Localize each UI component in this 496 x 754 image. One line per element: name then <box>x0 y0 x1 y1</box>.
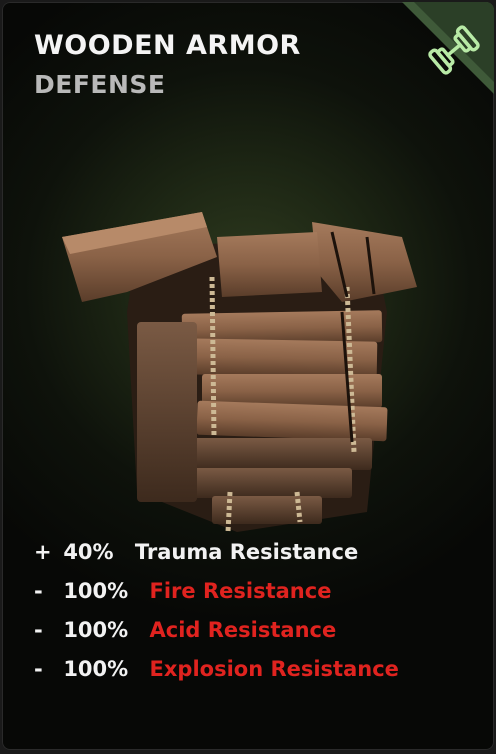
item-card[interactable]: WOODEN ARMOR DEFENSE + 40% Trauma Resist… <box>2 2 494 750</box>
stat-row-trauma: + 40% Trauma Resistance <box>34 534 399 573</box>
stat-value: 40% <box>63 540 114 564</box>
stat-row-explosion: - 100% Explosion Resistance <box>34 651 399 690</box>
stat-value: 100% <box>63 618 129 642</box>
stat-name: Fire Resistance <box>149 579 332 603</box>
stat-value: 100% <box>63 657 129 681</box>
stat-name: Trauma Resistance <box>134 540 359 564</box>
stat-name: Explosion Resistance <box>149 657 399 681</box>
stat-row-fire: - 100% Fire Resistance <box>34 573 399 612</box>
dumbbell-icon <box>402 2 494 94</box>
stat-value: 100% <box>63 579 129 603</box>
stat-sign: - <box>34 657 43 681</box>
stat-row-acid: - 100% Acid Resistance <box>34 612 399 651</box>
wooden-armor-illustration <box>62 212 417 533</box>
stat-sign: - <box>34 618 43 642</box>
stats-list: + 40% Trauma Resistance - 100% Fire Resi… <box>34 534 399 690</box>
stat-sign: - <box>34 579 43 603</box>
item-title: WOODEN ARMOR <box>34 30 301 61</box>
stat-sign: + <box>34 540 52 564</box>
item-category: DEFENSE <box>34 70 166 99</box>
stat-name: Acid Resistance <box>149 618 337 642</box>
